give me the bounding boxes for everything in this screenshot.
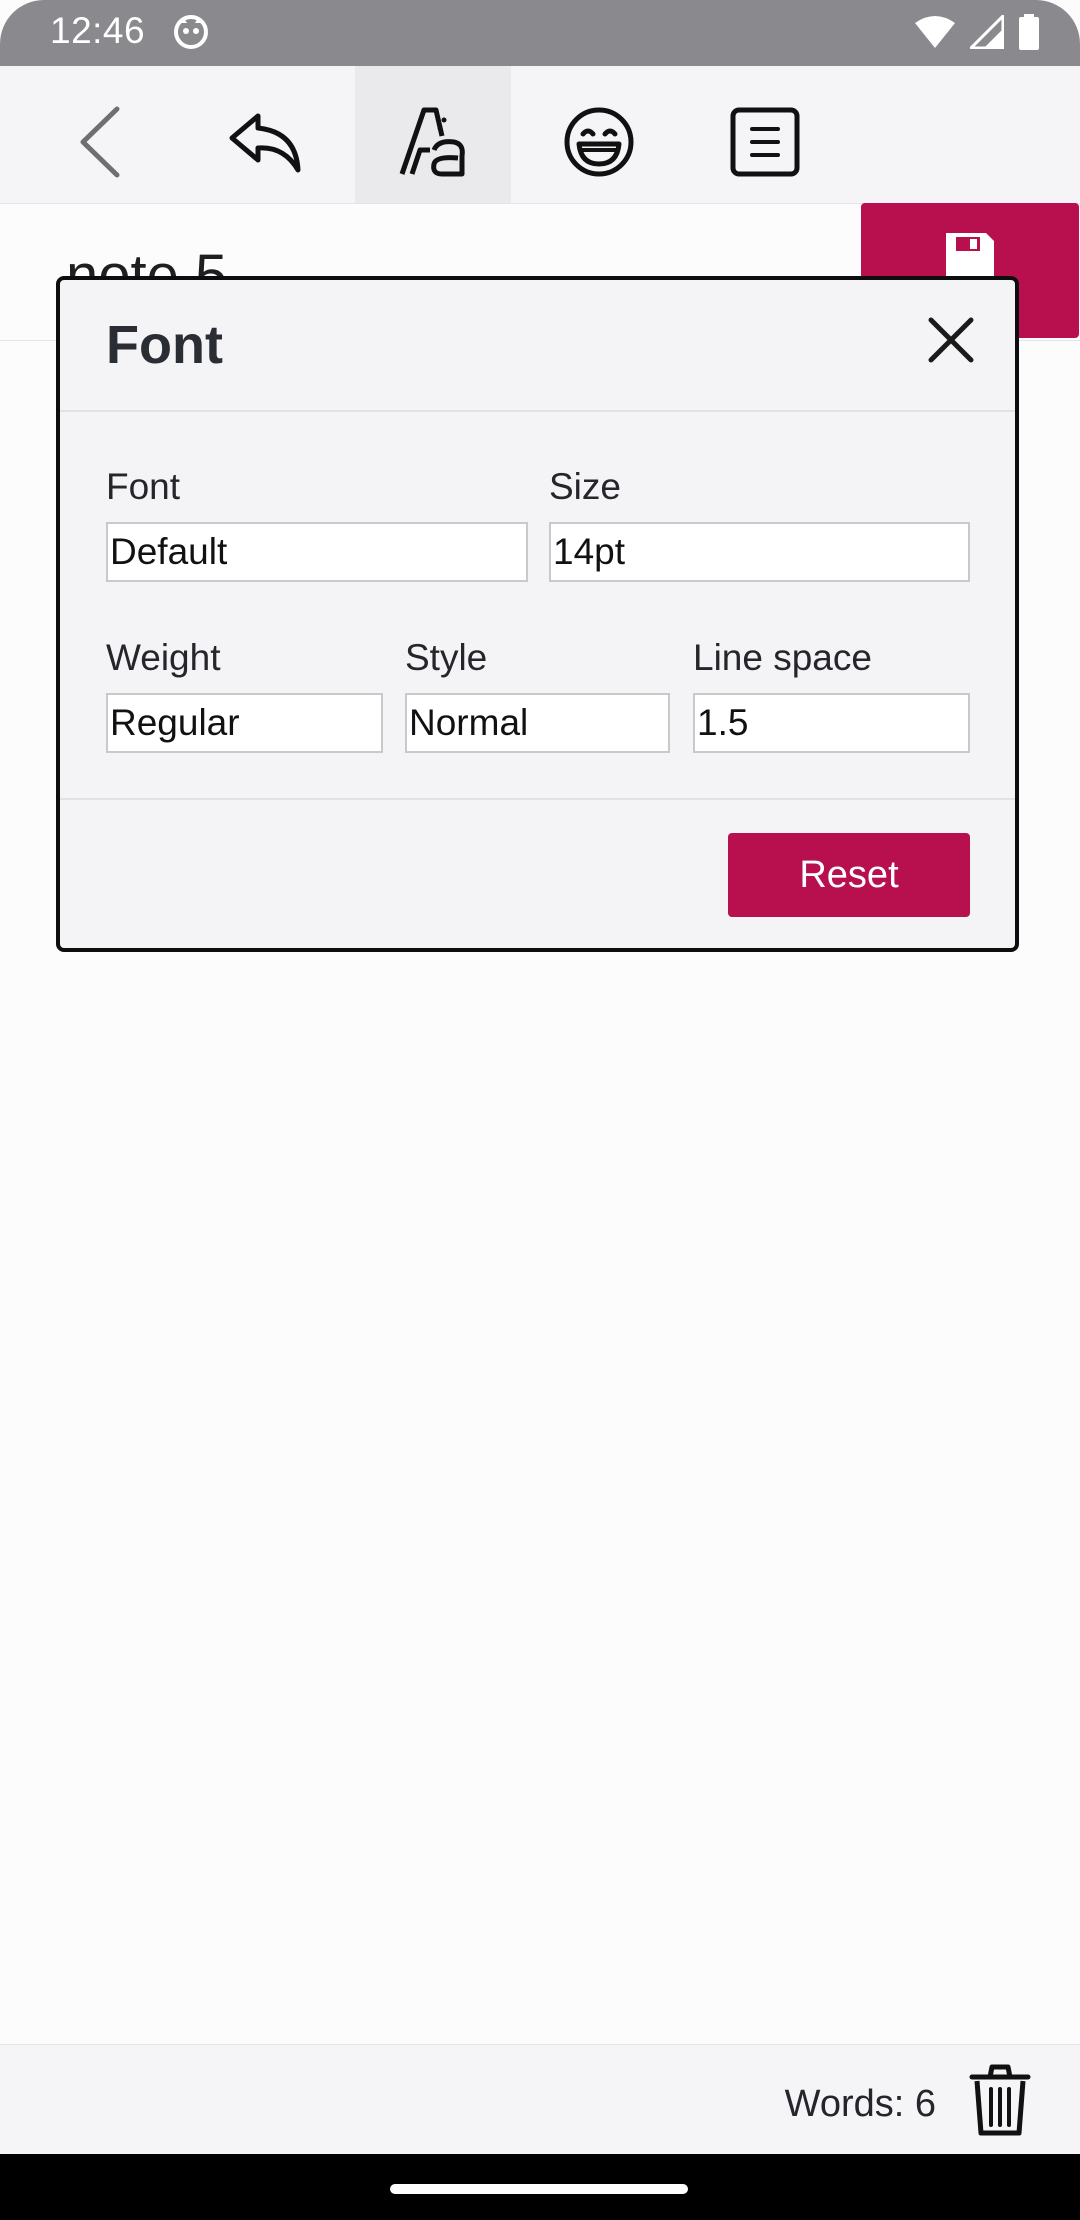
font-style-label: Style <box>405 637 488 678</box>
chevron-left-icon <box>75 105 125 184</box>
close-icon <box>927 316 975 369</box>
font-size-field[interactable]: 14pt <box>549 522 970 582</box>
dialog-title: Font <box>106 315 223 375</box>
dialog-footer-divider <box>60 798 1015 800</box>
undo-arrow-icon <box>228 110 304 179</box>
font-style-icon <box>398 106 468 183</box>
font-style-field[interactable]: Normal <box>405 693 670 753</box>
signal-icon <box>967 12 1005 54</box>
word-count: Words: 6 <box>784 2083 936 2125</box>
toolbar <box>0 66 1080 222</box>
line-space-label: Line space <box>693 637 872 678</box>
bottom-bar: Words: 6 <box>0 2044 1080 2155</box>
line-space-field[interactable]: 1.5 <box>693 693 970 753</box>
delete-button[interactable] <box>968 2063 1032 2137</box>
back-button[interactable] <box>22 66 178 222</box>
font-weight-field[interactable]: Regular <box>106 693 383 753</box>
trash-icon <box>968 2064 1032 2141</box>
reset-button[interactable]: Reset <box>728 833 970 917</box>
font-size-label: Size <box>549 466 621 507</box>
font-button[interactable] <box>355 66 511 222</box>
font-family-field[interactable]: Default <box>106 522 528 582</box>
emoji-button[interactable] <box>521 66 677 222</box>
battery-icon <box>1018 14 1040 55</box>
format-button[interactable] <box>687 66 843 222</box>
app-notification-icon <box>172 13 210 56</box>
close-button[interactable] <box>923 314 979 370</box>
status-icons <box>914 12 1040 55</box>
font-dialog: Font Font Default Size 14pt Weight Regul… <box>56 276 1019 952</box>
font-family-label: Font <box>106 466 181 507</box>
text-align-icon <box>730 107 800 182</box>
font-weight-label: Weight <box>106 637 221 678</box>
smiley-icon <box>563 106 635 183</box>
status-bar: 12:46 <box>0 0 1080 66</box>
wifi-icon <box>914 15 956 54</box>
undo-button[interactable] <box>188 66 344 222</box>
dialog-header: Font <box>60 280 1015 412</box>
system-nav-bar <box>0 2154 1080 2220</box>
home-indicator[interactable] <box>390 2184 688 2194</box>
status-time: 12:46 <box>50 10 146 51</box>
